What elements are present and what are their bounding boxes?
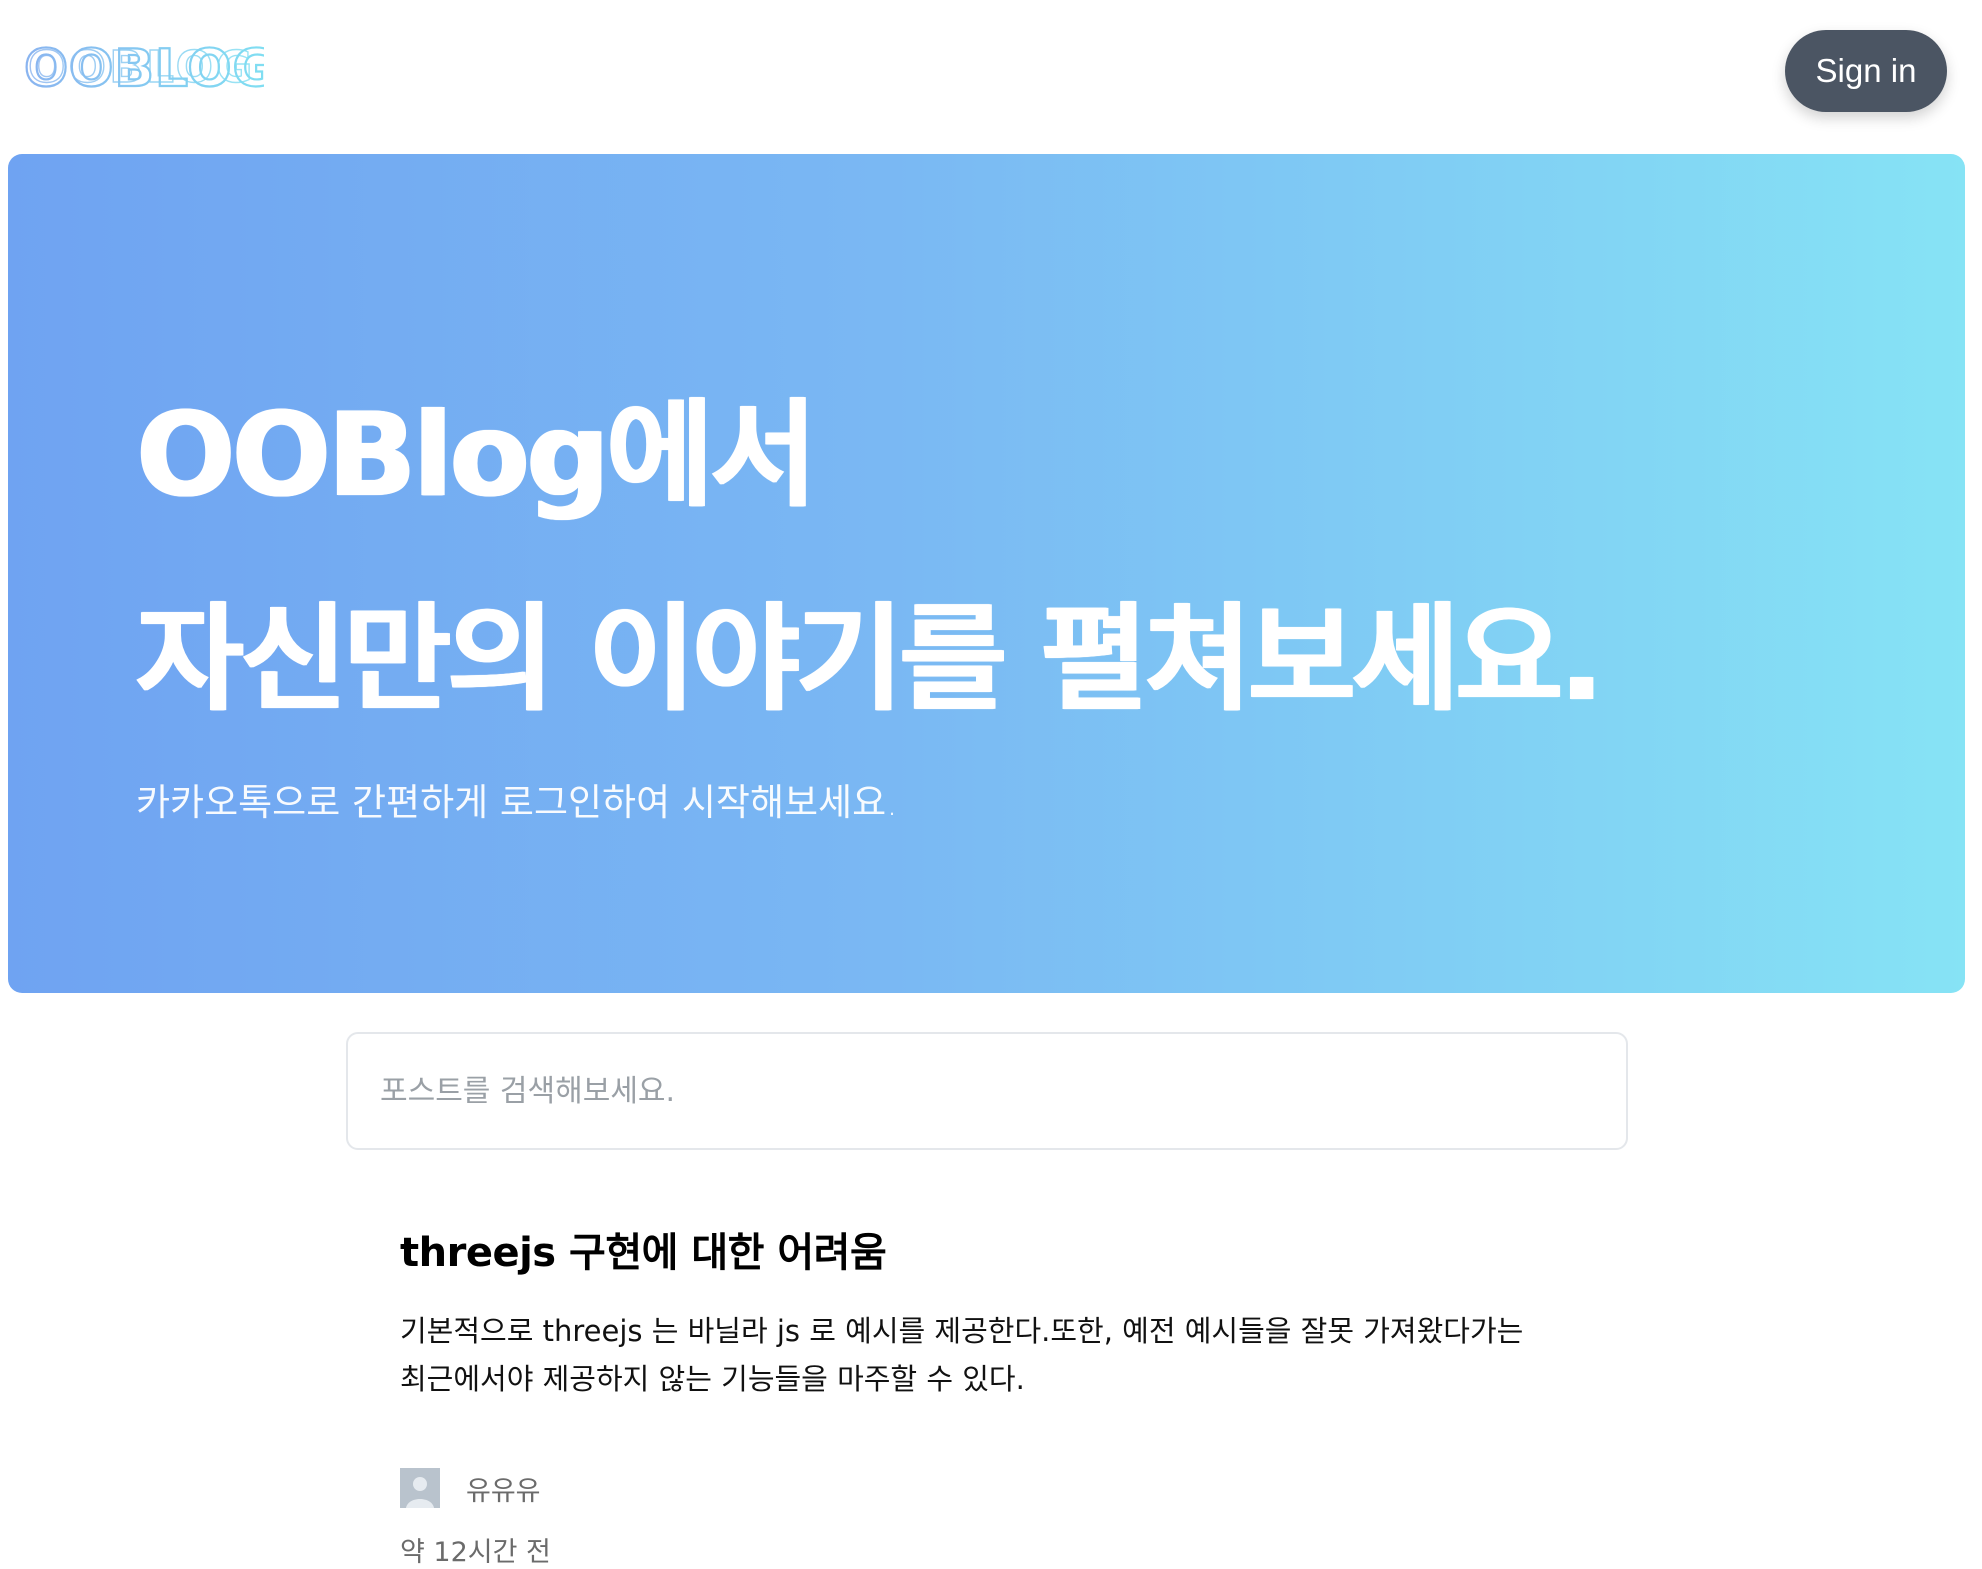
post-title[interactable]: threejs 구현에 대한 어려움	[400, 1225, 1580, 1281]
hero-subtitle: 카카오톡으로 간편하게 로그인하여 시작해보세요.	[136, 781, 898, 824]
author-name: 유유유	[466, 1475, 541, 1507]
hero-title-line1: OOBlog에서	[136, 388, 817, 523]
logo-icon: OOBLOG OOBLOG	[24, 42, 264, 94]
post-excerpt: 기본적으로 threejs 는 바닐라 js 로 예시를 제공한다.또한, 예전…	[400, 1307, 1580, 1403]
hero-title-line2: 자신만의 이야기를 펼쳐보세요.	[136, 592, 1603, 727]
logo-text-inner: OOBLOG	[28, 42, 256, 93]
post-excerpt-line1: 기본적으로 threejs 는 바닐라 js 로 예시를 제공한다.또한, 예전…	[400, 1314, 1524, 1348]
post-author: 유유유	[400, 1466, 541, 1510]
post-excerpt-line2: 최근에서야 제공하지 않는 기능들을 마주할 수 있다.	[400, 1362, 1025, 1396]
user-avatar-icon	[400, 1468, 440, 1508]
sign-in-button[interactable]: Sign in	[1785, 30, 1947, 112]
post-card[interactable]: threejs 구현에 대한 어려움 기본적으로 threejs 는 바닐라 j…	[400, 1225, 1580, 1403]
post-timestamp: 약 12시간 전	[400, 1537, 551, 1568]
hero-banner: OOBlog에서 자신만의 이야기를 펼쳐보세요. 카카오톡으로 간편하게 로그…	[8, 154, 1965, 993]
site-logo[interactable]: OOBLOG OOBLOG	[24, 36, 264, 100]
post-search-input[interactable]	[346, 1032, 1628, 1150]
hero-title: OOBlog에서 자신만의 이야기를 펼쳐보세요.	[136, 354, 1603, 762]
site-header: OOBLOG OOBLOG Sign in	[0, 0, 1982, 150]
